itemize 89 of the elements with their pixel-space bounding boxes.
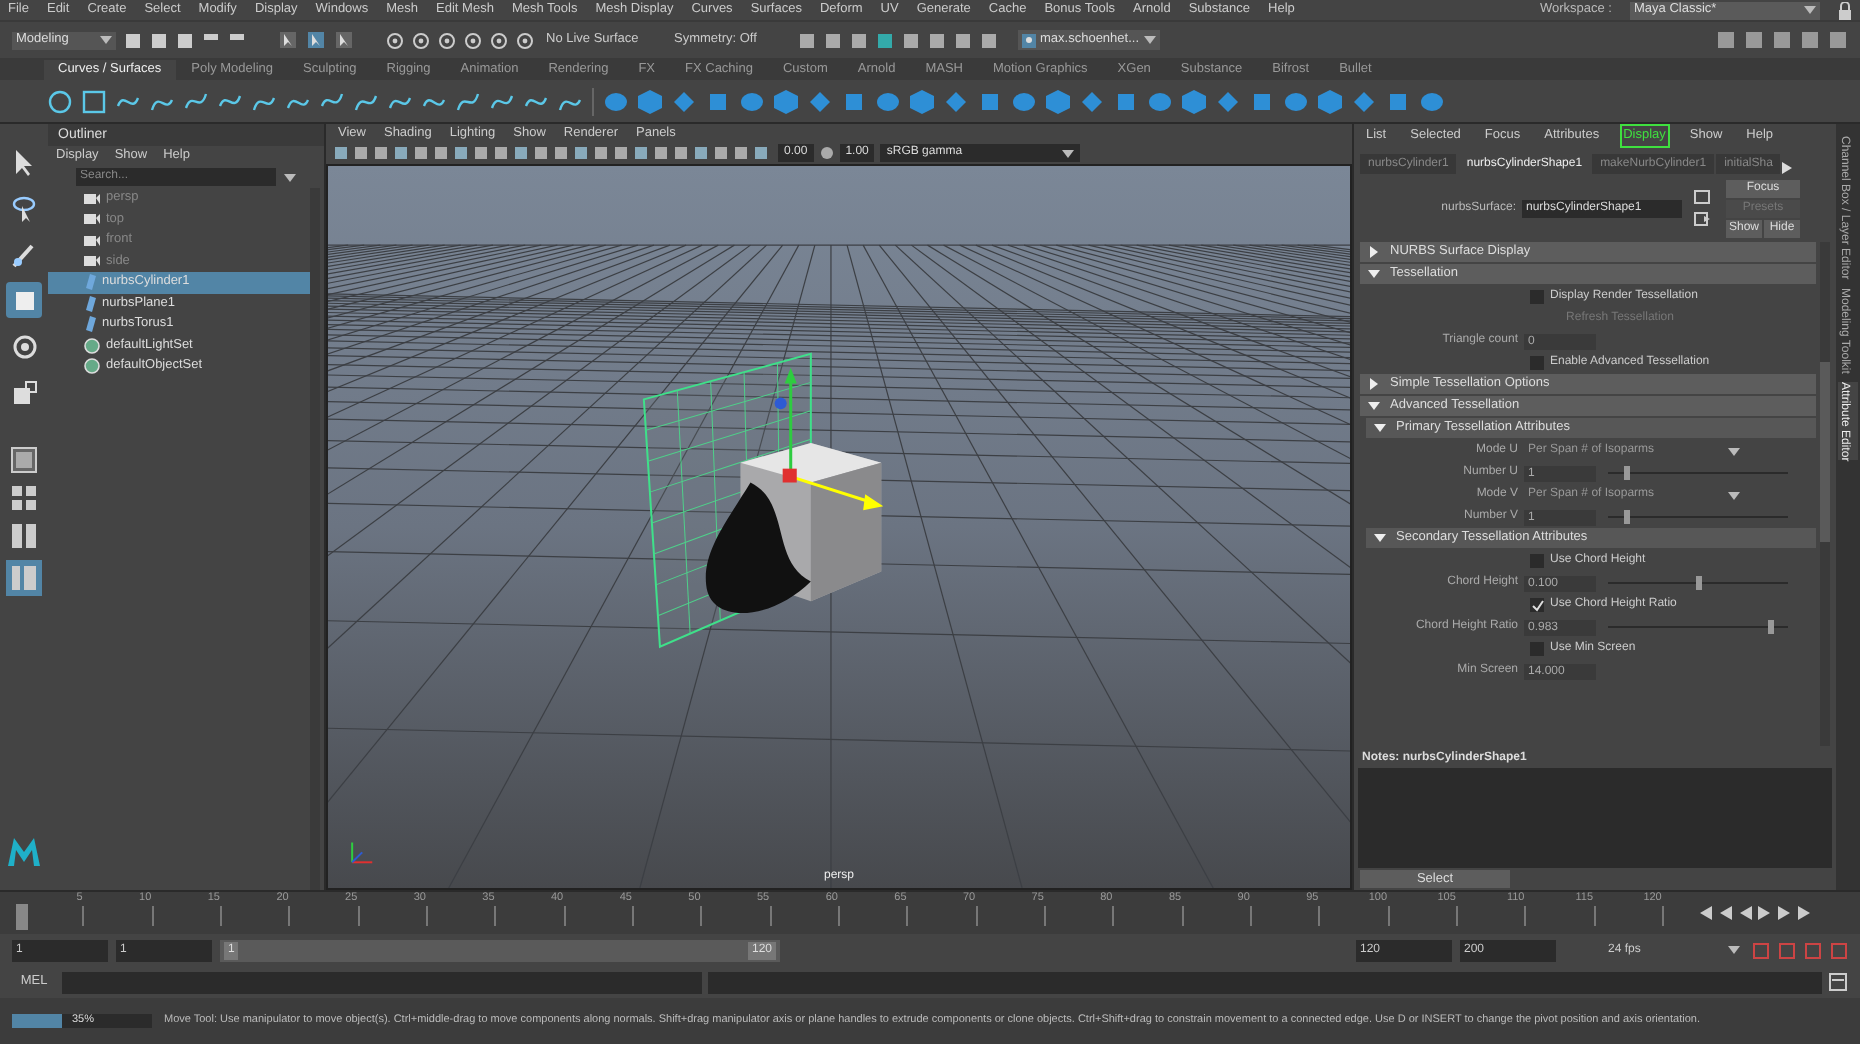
lock-icon[interactable] [1838, 1, 1852, 19]
expand-triangle-icon[interactable] [1368, 246, 1380, 258]
two-pane-layout-icon[interactable] [10, 522, 38, 550]
curve-tool-icon[interactable] [48, 89, 72, 113]
expand-triangle-icon[interactable] [1374, 422, 1386, 434]
command-input-field[interactable] [62, 971, 702, 993]
checkbox[interactable] [1530, 598, 1544, 612]
expand-triangle-icon[interactable] [1368, 378, 1380, 390]
surface-tool-icon[interactable] [808, 89, 832, 113]
go-to-end-icon[interactable] [1797, 906, 1811, 920]
layout-icon[interactable] [10, 446, 38, 474]
surface-tool-icon[interactable] [774, 89, 798, 113]
surface-tool-icon[interactable] [1080, 89, 1104, 113]
notes-field[interactable] [1358, 768, 1832, 868]
expand-triangle-icon[interactable] [1374, 532, 1386, 544]
expand-triangle-icon[interactable] [1368, 400, 1380, 412]
step-forward-icon[interactable] [1777, 906, 1791, 920]
surface-tool-icon[interactable] [1352, 89, 1376, 113]
select-object-icon[interactable] [306, 30, 326, 50]
surface-tool-icon[interactable] [1182, 89, 1206, 113]
surface-tool-icon[interactable] [1114, 89, 1138, 113]
caret-icon [1062, 149, 1075, 157]
surface-tool-icon[interactable] [672, 89, 696, 113]
caret-icon [1728, 491, 1740, 499]
four-pane-layout-icon[interactable] [10, 484, 38, 512]
user-icon [1022, 33, 1036, 47]
caret-icon [100, 36, 112, 44]
checkbox[interactable] [1530, 356, 1544, 370]
surface-tool-icon[interactable] [1250, 89, 1274, 113]
surface-tool-icon[interactable] [910, 89, 934, 113]
surface-tool-icon[interactable] [1284, 89, 1308, 113]
script-editor-icon[interactable] [1828, 972, 1848, 992]
camera-icon [84, 235, 100, 246]
gamma-icon[interactable] [819, 146, 834, 160]
slider-thumb[interactable] [1623, 510, 1629, 524]
surface-tool-icon[interactable] [740, 89, 764, 113]
camera-icon [84, 214, 100, 225]
scale-icon [9, 377, 39, 407]
caret-icon [284, 173, 296, 181]
surface-tool-icon[interactable] [1046, 89, 1070, 113]
surface-tool-icon[interactable] [876, 89, 900, 113]
logo-icon [6, 836, 42, 868]
checkbox[interactable] [1530, 290, 1544, 304]
brush-icon [9, 239, 39, 269]
caret-icon [1804, 6, 1816, 14]
axis-indicator-drawing [351, 841, 374, 864]
move-manipulator-drawing[interactable] [774, 367, 884, 511]
checkbox[interactable] [1530, 554, 1544, 568]
surface-tool-icon[interactable] [1420, 89, 1444, 113]
scrollbar[interactable] [310, 188, 320, 890]
outliner-layout-button[interactable] [6, 560, 42, 596]
surface-tool-icon[interactable] [638, 89, 662, 113]
surface-tool-icon[interactable] [1386, 89, 1410, 113]
surface-tool-icon[interactable] [978, 89, 1002, 113]
slider-thumb[interactable] [1767, 620, 1773, 634]
surface-tool-icon[interactable] [944, 89, 968, 113]
rotate-icon [9, 331, 39, 361]
surface-tool-icon[interactable] [1148, 89, 1172, 113]
caret-icon [1728, 447, 1740, 455]
surface-tool-icon[interactable] [706, 89, 730, 113]
curve-tool-icon[interactable] [184, 89, 208, 113]
slider-thumb[interactable] [1695, 576, 1701, 590]
select-component-icon[interactable] [334, 30, 354, 50]
step-back-icon[interactable] [1717, 906, 1731, 920]
play-icon[interactable] [1757, 906, 1771, 920]
checkbox[interactable] [1530, 642, 1544, 656]
slider-thumb[interactable] [1623, 466, 1629, 480]
outliner-layout-icon [10, 564, 38, 592]
scrollbar[interactable] [1820, 242, 1830, 746]
curve-tool-icon[interactable] [456, 89, 480, 113]
surface-tool-icon[interactable] [1318, 89, 1342, 113]
expand-triangle-icon[interactable] [1368, 268, 1380, 280]
play-back-icon[interactable] [1737, 906, 1751, 920]
surface-tool-icon[interactable] [604, 89, 628, 113]
camera-icon [84, 193, 100, 204]
surface-tool-icon[interactable] [1012, 89, 1036, 113]
surface-tool-icon[interactable] [1216, 89, 1240, 113]
go-to-start-icon[interactable] [1697, 906, 1711, 920]
lasso-arrow-icon [9, 193, 39, 223]
current-frame-marker[interactable] [16, 904, 28, 930]
curve-tool-icon[interactable] [82, 89, 106, 113]
torus-object[interactable] [705, 482, 811, 614]
caret-icon [1143, 36, 1155, 44]
select-hierarchy-icon[interactable] [278, 30, 298, 50]
surface-tool-icon[interactable] [842, 89, 866, 113]
tool-button[interactable] [6, 282, 42, 318]
camera-icon [84, 256, 100, 267]
window-icon[interactable] [1694, 190, 1710, 204]
caret-icon [1728, 946, 1740, 954]
